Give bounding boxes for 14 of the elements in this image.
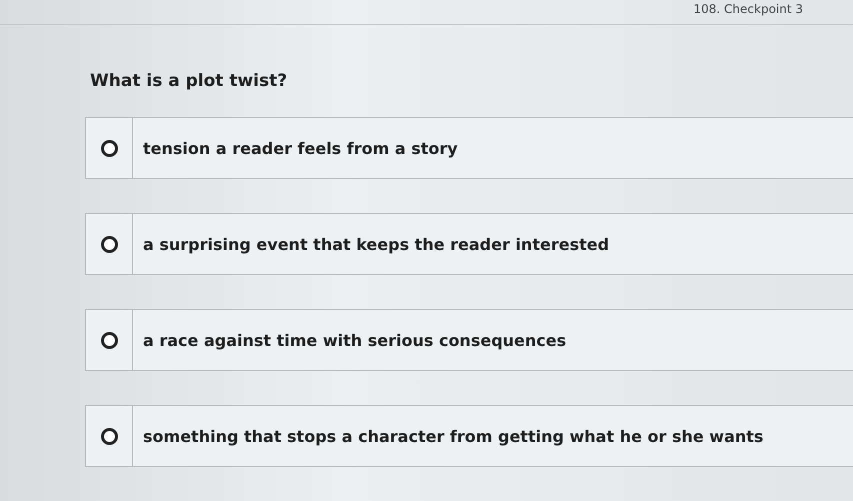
radio-button[interactable] <box>100 140 118 156</box>
option-label: a surprising event that keeps the reader interested <box>143 234 610 254</box>
option-label: a race against time with serious consequences <box>143 330 566 350</box>
page-title: 108. Checkpoint 3 <box>694 2 803 16</box>
option-label: something that stops a character from getting what he or she wants <box>143 426 764 446</box>
answer-option[interactable]: a race against time with serious consequences <box>85 309 853 371</box>
answer-option[interactable]: something that stops a character from getting what he or she wants <box>85 405 853 467</box>
radio-button[interactable] <box>100 428 118 444</box>
option-label: tension a reader feels from a story <box>143 138 458 158</box>
question-text: What is a plot twist? <box>90 71 288 91</box>
answer-option[interactable]: tension a reader feels from a story <box>85 117 853 179</box>
answer-option[interactable]: a surprising event that keeps the reader interested <box>85 213 853 275</box>
radio-button[interactable] <box>100 236 118 252</box>
radio-button[interactable] <box>100 332 118 348</box>
